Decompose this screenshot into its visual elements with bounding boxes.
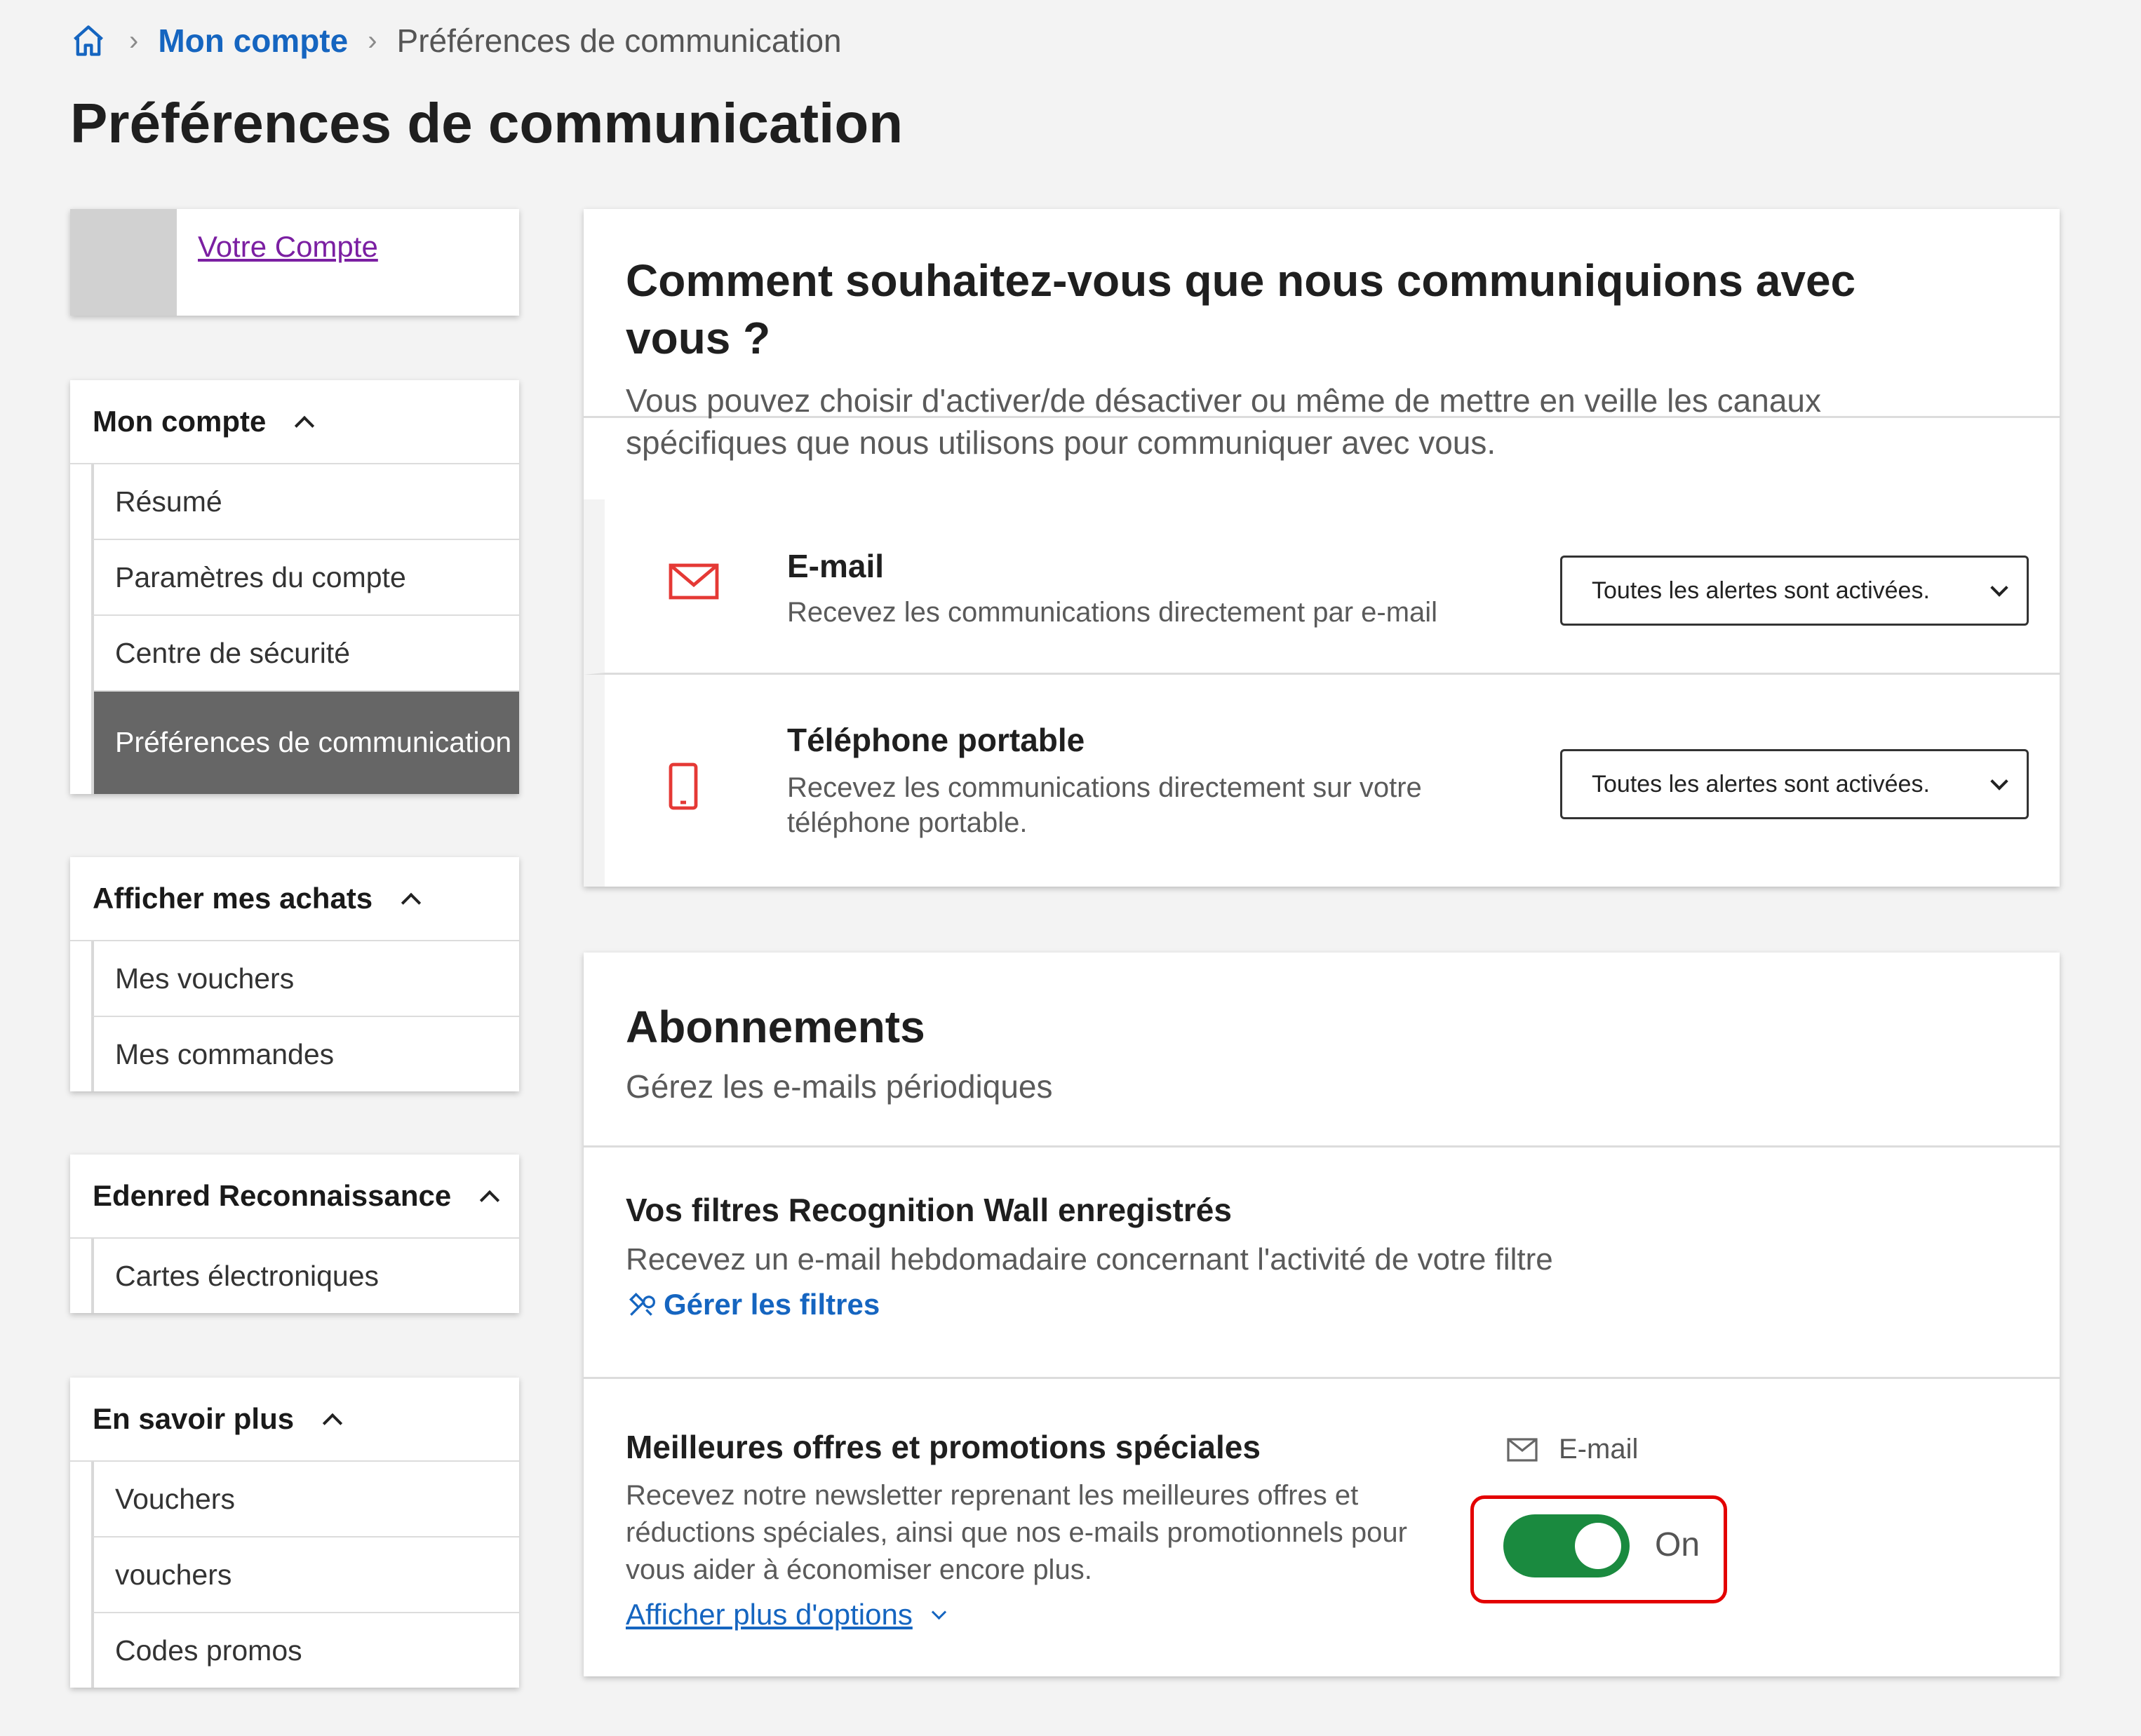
nav-group-header[interactable]: Edenred Reconnaissance — [70, 1155, 519, 1239]
chevron-up-icon — [402, 890, 419, 907]
sidebar-item-vouchers[interactable]: Vouchers — [91, 1462, 519, 1537]
account-card: Votre Compte — [70, 209, 519, 316]
nav-group-header[interactable]: Afficher mes achats — [70, 857, 519, 941]
mobile-alerts-select[interactable]: Toutes les alertes sont activées. — [1560, 749, 2029, 819]
chevron-up-icon — [295, 413, 312, 430]
chevron-up-icon — [481, 1187, 497, 1204]
select-value: Toutes les alertes sont activées. — [1592, 770, 1930, 798]
toggle-state-label: On — [1655, 1526, 1700, 1563]
avatar — [70, 209, 177, 316]
channel-list: E-mail Recevez les communications direct… — [584, 499, 2060, 887]
breadcrumb: › Mon compte › Préférences de communicat… — [70, 15, 842, 66]
channel-name: E-mail — [787, 548, 885, 584]
sidebar-item-summary[interactable]: Résumé — [91, 464, 519, 540]
channel-row-mobile: Téléphone portable Recevez les communica… — [584, 675, 2060, 887]
nav-group-my-account: Mon compte Résumé Paramètres du compte C… — [70, 380, 519, 794]
subscriptions-subtitle: Gérez les e-mails périodiques — [626, 1068, 1053, 1105]
nav-group-header[interactable]: En savoir plus — [70, 1378, 519, 1462]
more-options-label: Afficher plus d'options — [626, 1598, 913, 1631]
channel-row-email: E-mail Recevez les communications direct… — [584, 499, 2060, 675]
mail-icon — [1507, 1437, 1538, 1462]
nav-group-title: Afficher mes achats — [93, 882, 373, 915]
sidebar-item-account-settings[interactable]: Paramètres du compte — [91, 540, 519, 616]
email-alerts-select[interactable]: Toutes les alertes sont activées. — [1560, 556, 2029, 626]
nav-group-recognition: Edenred Reconnaissance Cartes électroniq… — [70, 1155, 519, 1313]
select-value: Toutes les alertes sont activées. — [1592, 577, 1930, 604]
breadcrumb-separator-icon: › — [129, 25, 139, 56]
sidebar-item-communication-preferences[interactable]: Préférences de communication — [91, 692, 519, 794]
offers-title: Meilleures offres et promotions spéciale… — [626, 1429, 1261, 1465]
recognition-title: Vos filtres Recognition Wall enregistrés — [626, 1192, 1232, 1228]
toggle-knob — [1575, 1523, 1621, 1569]
recognition-description: Recevez un e-mail hebdomadaire concernan… — [626, 1242, 1553, 1277]
manage-filters-link[interactable]: Gérer les filtres — [626, 1288, 880, 1321]
sidebar-item-promo-codes[interactable]: Codes promos — [91, 1613, 519, 1688]
nav-group-purchases: Afficher mes achats Mes vouchers Mes com… — [70, 857, 519, 1091]
communication-title: Comment souhaitez-vous que nous communiq… — [626, 255, 1856, 363]
chevron-down-icon — [1990, 579, 2008, 597]
channel-label-text: E-mail — [1559, 1434, 1639, 1465]
subscriptions-card: Abonnements Gérez les e-mails périodique… — [584, 953, 2060, 1676]
mail-icon — [668, 561, 720, 605]
offers-toggle-switch[interactable] — [1503, 1514, 1630, 1577]
chevron-up-icon — [323, 1411, 340, 1427]
channel-description: Recevez les communications directement s… — [787, 772, 1422, 838]
subscriptions-title: Abonnements — [626, 1002, 925, 1052]
manage-filters-label: Gérer les filtres — [664, 1288, 880, 1321]
channel-name: Téléphone portable — [787, 722, 1085, 758]
home-icon[interactable] — [70, 21, 109, 60]
breadcrumb-separator-icon: › — [368, 25, 377, 56]
offers-channel-label: E-mail — [1507, 1434, 1638, 1465]
offers-row: Meilleures offres et promotions spéciale… — [584, 1379, 2060, 1676]
page-title: Préférences de communication — [70, 92, 904, 154]
communication-header: Comment souhaitez-vous que nous communiq… — [584, 209, 2060, 461]
nav-group-title: Edenred Reconnaissance — [93, 1179, 452, 1212]
subscriptions-header: Abonnements Gérez les e-mails périodique… — [584, 953, 2060, 1148]
communication-subtitle: Vous pouvez choisir d'activer/de désacti… — [626, 382, 1821, 461]
nav-group-learn-more: En savoir plus Vouchers vouchers Codes p… — [70, 1378, 519, 1688]
chevron-down-icon — [1990, 772, 2008, 790]
more-options-link[interactable]: Afficher plus d'options — [626, 1598, 946, 1631]
communication-channels-card: Comment souhaitez-vous que nous communiq… — [584, 209, 2060, 887]
account-link[interactable]: Votre Compte — [198, 230, 378, 316]
breadcrumb-account-link[interactable]: Mon compte — [158, 22, 348, 60]
toggle-highlight: On — [1470, 1495, 1727, 1603]
chevron-down-icon — [931, 1604, 946, 1620]
nav-group-title: Mon compte — [93, 405, 267, 438]
sidebar-item-my-vouchers[interactable]: Mes vouchers — [91, 941, 519, 1017]
tools-icon — [629, 1292, 655, 1316]
breadcrumb-current: Préférences de communication — [396, 22, 842, 59]
recognition-filters-row: Vos filtres Recognition Wall enregistrés… — [584, 1148, 2060, 1379]
offers-description: Recevez notre newsletter reprenant les m… — [626, 1480, 1407, 1585]
channel-description: Recevez les communications directement p… — [787, 597, 1438, 628]
mobile-phone-icon — [668, 762, 699, 814]
sidebar-item-vouchers-lower[interactable]: vouchers — [91, 1537, 519, 1613]
nav-group-title: En savoir plus — [93, 1402, 295, 1435]
sidebar-item-e-cards[interactable]: Cartes électroniques — [91, 1239, 519, 1313]
nav-group-header[interactable]: Mon compte — [70, 380, 519, 464]
sidebar-item-my-orders[interactable]: Mes commandes — [91, 1017, 519, 1091]
sidebar-item-security-center[interactable]: Centre de sécurité — [91, 616, 519, 692]
